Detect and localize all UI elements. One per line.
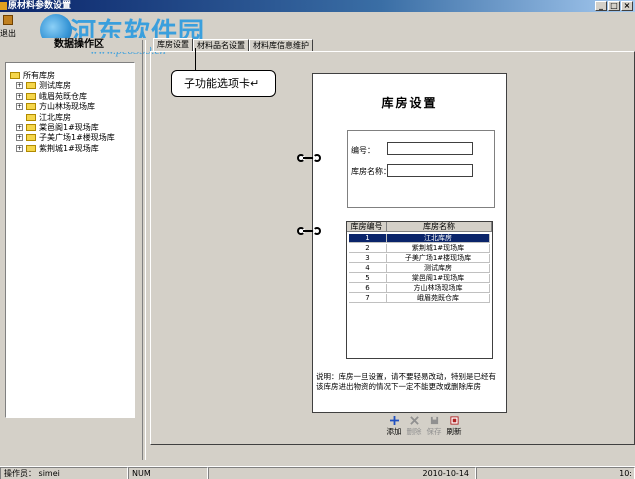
- table-row[interactable]: 6 方山林场现场库: [349, 284, 490, 293]
- warehouse-grid[interactable]: 库房编号 库房名称 1 江北库房 2 紫荆城1#现场库 3 子美广场1#楼现场库 4 测试库房…: [346, 221, 493, 359]
- folder-icon: [26, 144, 36, 152]
- status-operator: 操作员： simei: [0, 467, 128, 479]
- expand-icon[interactable]: +: [16, 82, 23, 90]
- tree-item[interactable]: 所有库房: [10, 71, 55, 81]
- window-controls: _ □ ×: [595, 1, 633, 11]
- code-input[interactable]: [387, 142, 473, 155]
- warehouse-name-label: 库房名称：: [351, 167, 391, 176]
- cell-code: 5: [349, 274, 387, 282]
- cell-name: 紫荆城1#现场库: [387, 244, 490, 252]
- expand-icon[interactable]: +: [16, 92, 23, 100]
- warehouse-tree[interactable]: 所有库房 + 测试库房 + 峨眉苑既仓库 + 方山林场现场库 江北库房 + 棠邑阁1#现场库 + 子美…: [5, 62, 135, 418]
- expand-icon[interactable]: +: [16, 124, 23, 131]
- binder-ring-icon: [297, 154, 321, 162]
- grid-header: 库房编号 库房名称: [347, 222, 492, 232]
- tree-item[interactable]: + 峨眉苑既仓库: [16, 92, 87, 102]
- refresh-button[interactable]: 刷新: [445, 416, 463, 437]
- form-title: 库房设置: [381, 96, 438, 110]
- maximize-button[interactable]: □: [608, 1, 620, 11]
- table-row[interactable]: 7 峨眉苑既仓库: [349, 294, 490, 303]
- callout-pointer: [195, 48, 196, 70]
- status-date: 2010-10-14: [208, 467, 476, 479]
- status-time: 10:: [476, 467, 635, 479]
- tree-item[interactable]: + 棠邑阁1#现场库: [16, 123, 99, 133]
- expand-icon[interactable]: +: [16, 103, 23, 111]
- table-row[interactable]: 1 江北库房: [349, 234, 490, 243]
- tree-item[interactable]: + 测试库房: [16, 81, 71, 91]
- action-toolbar: 添加 删除 保存 刷新: [385, 416, 463, 437]
- cell-code: 3: [349, 254, 387, 262]
- table-row[interactable]: 5 棠邑阁1#现场库: [349, 274, 490, 283]
- column-header-name[interactable]: 库房名称: [387, 222, 492, 231]
- cell-code: 7: [349, 294, 387, 302]
- table-row[interactable]: 2 紫荆城1#现场库: [349, 244, 490, 253]
- add-button[interactable]: 添加: [385, 416, 403, 437]
- column-header-code[interactable]: 库房编号: [347, 222, 387, 231]
- callout-annotation: 子功能选项卡↵: [171, 70, 276, 97]
- tree-item-label: 紫荆城1#现场库: [39, 143, 99, 153]
- cell-name: 测试库房: [387, 264, 490, 272]
- action-label: 添加: [386, 427, 402, 436]
- tree-item[interactable]: + 紫荆城1#现场库: [16, 144, 99, 154]
- folder-icon: [26, 124, 36, 131]
- tree-item-label: 子美广场1#楼现场库: [39, 133, 115, 143]
- tree-item-label: 江北库房: [39, 112, 71, 122]
- left-panel-header: 数据操作区: [40, 38, 150, 52]
- status-bar: 操作员： simei NUM 2010-10-14 10:: [0, 466, 635, 479]
- folder-icon: [26, 134, 36, 142]
- refresh-icon: [449, 416, 459, 425]
- tree-item-label: 峨眉苑既仓库: [39, 91, 87, 101]
- cell-code: 6: [349, 284, 387, 292]
- exit-label: 退出: [0, 29, 16, 38]
- tree-item-label: 方山林场现场库: [39, 102, 95, 112]
- delete-button[interactable]: 删除: [405, 416, 423, 437]
- title-bar: 原材料参数设置 _ □ ×: [0, 0, 635, 12]
- exit-button[interactable]: 退出: [0, 15, 18, 38]
- folder-icon: [26, 92, 36, 100]
- cell-code: 2: [349, 244, 387, 252]
- cell-name: 江北库房: [387, 234, 490, 242]
- warehouse-name-input[interactable]: [387, 164, 473, 177]
- note-text: 说明：库房一旦设置，请不要轻易改动，特别是已经有该库房进出物资的情况下一定不能更…: [316, 372, 496, 391]
- splitter[interactable]: [142, 40, 146, 460]
- save-button[interactable]: 保存: [425, 416, 443, 437]
- folder-icon: [10, 72, 20, 79]
- tree-item[interactable]: + 子美广场1#楼现场库: [16, 133, 115, 143]
- action-label: 删除: [406, 427, 422, 436]
- table-row[interactable]: 3 子美广场1#楼现场库: [349, 254, 490, 263]
- code-label: 编号：: [351, 146, 375, 155]
- delete-icon: [409, 416, 419, 425]
- window-title: 原材料参数设置: [8, 1, 72, 11]
- folder-icon: [26, 82, 36, 90]
- form-fields-box: 编号： 库房名称：: [347, 130, 495, 208]
- tree-item-label: 棠邑阁1#现场库: [39, 123, 99, 132]
- cell-name: 峨眉苑既仓库: [387, 294, 490, 302]
- app-icon: [0, 2, 7, 10]
- cell-name: 方山林场现场库: [387, 284, 490, 292]
- close-button[interactable]: ×: [621, 1, 633, 11]
- tab-warehouse-settings[interactable]: 库房设置: [153, 38, 193, 52]
- minimize-button[interactable]: _: [595, 1, 607, 11]
- add-icon: [389, 416, 399, 425]
- folder-icon: [26, 113, 36, 121]
- action-label: 刷新: [446, 427, 462, 436]
- tree-item-label: 所有库房: [23, 71, 55, 80]
- tree-item-label: 测试库房: [39, 81, 71, 91]
- save-icon: [430, 416, 438, 425]
- cell-name: 子美广场1#楼现场库: [387, 254, 490, 262]
- exit-icon: [3, 15, 13, 25]
- action-label: 保存: [426, 427, 442, 436]
- cell-code: 1: [349, 234, 387, 242]
- table-row[interactable]: 4 测试库房: [349, 264, 490, 273]
- binder-ring-icon: [297, 227, 321, 235]
- tree-item[interactable]: + 方山林场现场库: [16, 102, 95, 112]
- expand-icon[interactable]: +: [16, 134, 23, 142]
- folder-icon: [26, 103, 36, 111]
- tree-item[interactable]: 江北库房: [16, 113, 71, 123]
- cell-name: 棠邑阁1#现场库: [387, 274, 490, 282]
- cell-code: 4: [349, 264, 387, 272]
- tab-strip: 库房设置 材料品名设置 材料库信息维护: [153, 38, 313, 52]
- status-num: NUM: [128, 467, 208, 479]
- expand-icon[interactable]: +: [16, 144, 23, 152]
